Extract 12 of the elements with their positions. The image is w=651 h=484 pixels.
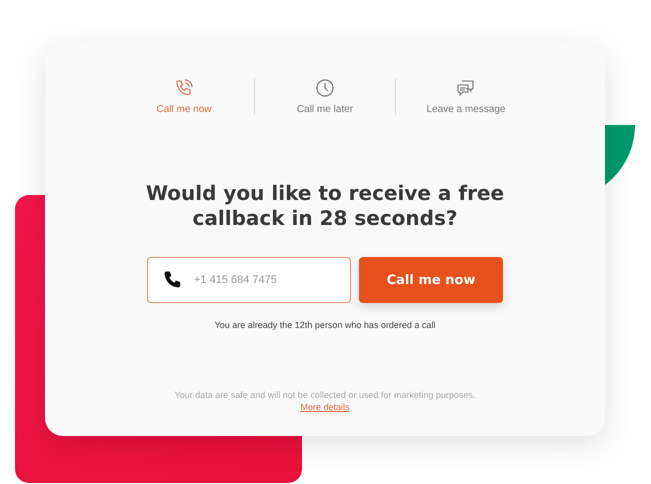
- clock-icon: [314, 78, 335, 98]
- heading: Would you like to receive a free callback in 28 seconds?: [144, 181, 506, 231]
- chat-icon: [456, 78, 476, 98]
- call-count-note: You are already the 12th person who has ordered a call: [214, 320, 436, 330]
- tab[interactable]: Call me later: [296, 78, 354, 115]
- phone-icon: [174, 78, 194, 98]
- call-button[interactable]: Call me now: [359, 257, 503, 303]
- details-link[interactable]: More details: [300, 402, 350, 412]
- privacy-note: Your data are safe and will not be collected or used for marketing purposes.: [174, 390, 476, 400]
- tab[interactable]: Call me now: [156, 78, 212, 115]
- phone-field[interactable]: +1 415 684 7475: [147, 257, 351, 303]
- tab[interactable]: Leave a message: [426, 78, 506, 115]
